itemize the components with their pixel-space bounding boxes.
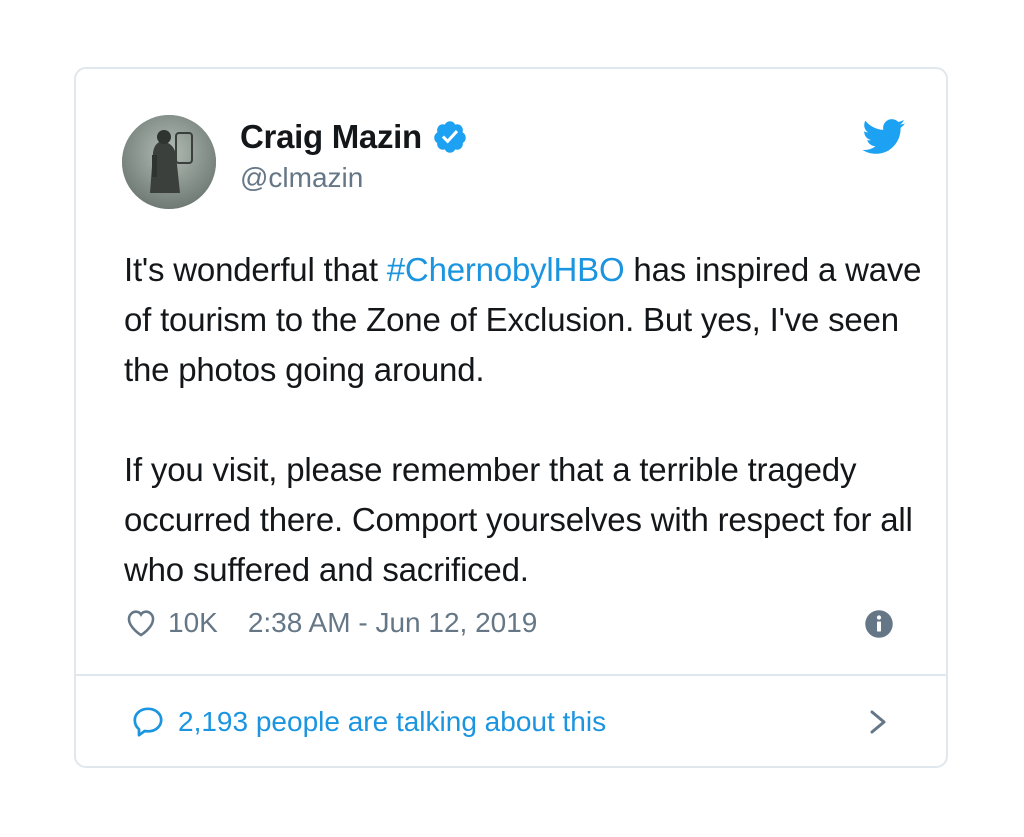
info-icon[interactable]	[864, 609, 894, 639]
handle[interactable]: @clmazin	[240, 162, 363, 194]
avatar-photo	[122, 115, 216, 209]
timestamp[interactable]: 2:38 AM - Jun 12, 2019	[248, 607, 538, 639]
twitter-bird-icon[interactable]	[862, 119, 906, 155]
tweet-text: It's wonderful that #ChernobylHBO has in…	[124, 245, 924, 595]
hashtag-link[interactable]: #ChernobylHBO	[387, 251, 625, 288]
tweet-meta: 10K 2:38 AM - Jun 12, 2019	[124, 601, 537, 645]
conversation-link[interactable]: 2,193 people are talking about this	[130, 699, 606, 745]
heart-icon[interactable]	[124, 606, 158, 640]
display-name[interactable]: Craig Mazin	[240, 118, 422, 156]
tweet-card: Craig Mazin @clmazin It's wonderful that…	[74, 67, 948, 768]
like-count[interactable]: 10K	[168, 607, 218, 639]
divider	[76, 674, 946, 676]
tweet-paragraph-2: If you visit, please remember that a ter…	[124, 451, 913, 588]
tweet-paragraph-1: It's wonderful that #ChernobylHBO has in…	[124, 245, 924, 395]
speech-bubble-icon	[130, 704, 166, 740]
chevron-right-icon[interactable]	[866, 706, 890, 738]
talking-count: 2,193 people are talking about this	[178, 706, 607, 737]
verified-badge-icon	[432, 119, 468, 155]
name-row: Craig Mazin	[240, 117, 468, 157]
avatar[interactable]	[122, 115, 216, 209]
tweet-text-lead: It's wonderful that	[124, 251, 387, 288]
